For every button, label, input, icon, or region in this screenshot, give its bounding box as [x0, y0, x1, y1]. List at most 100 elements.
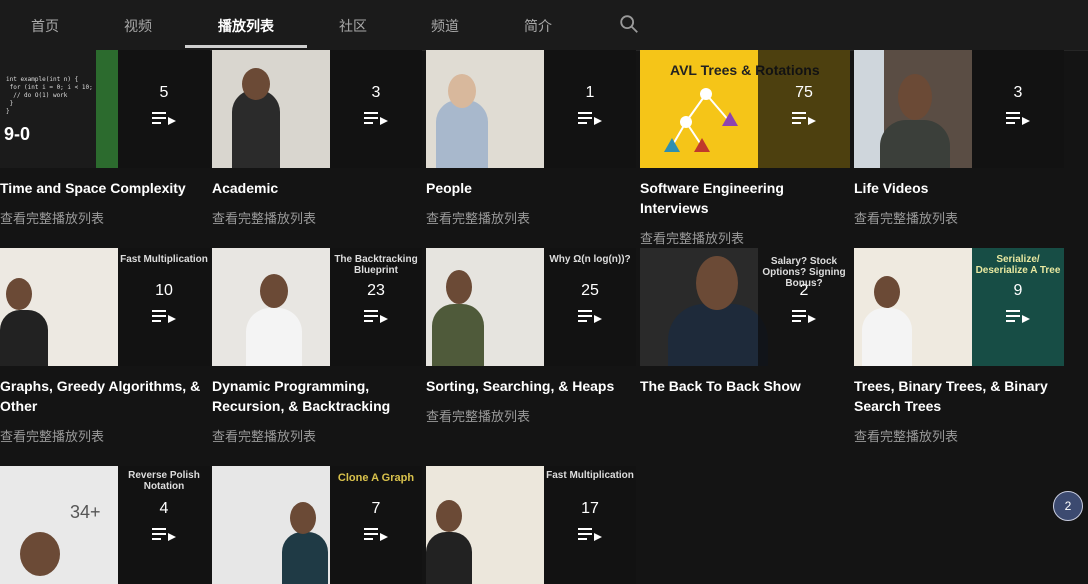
thumbnail-image [212, 50, 330, 168]
playlist-overlay: Clone A Graph 7 [330, 466, 422, 584]
playlist-overlay: Why Ω(n log(n))? 25 [544, 248, 636, 366]
video-count: 7 [371, 500, 381, 517]
playlist-icon [1006, 112, 1030, 125]
view-full-playlist-link[interactable]: 查看完整播放列表 [426, 208, 636, 227]
playlist-thumbnail[interactable]: Serialize/ Deserialize A Tree 9 [854, 248, 1064, 366]
thumbnail-image [426, 248, 544, 366]
tab-community[interactable]: 社区 [330, 0, 376, 48]
thumbnail-text: Fast Multiplication [120, 254, 208, 265]
channel-tab-bar: 首页 视频 播放列表 社区 频道 简介 [0, 0, 1088, 51]
playlist-overlay: Reverse Polish Notation 4 [118, 466, 210, 584]
playlist-overlay: The Backtracking Blueprint 23 [330, 248, 422, 366]
playlist-thumbnail[interactable]: 1 [426, 50, 636, 168]
video-count: 75 [795, 84, 813, 101]
playlist-card: Fast Multiplication 10 Graphs, Greedy Al… [0, 248, 210, 445]
thumbnail-text: Salary? Stock Options? Signing Bonus? [762, 256, 846, 289]
view-full-playlist-link[interactable]: 查看完整播放列表 [426, 406, 636, 425]
playlist-icon [792, 112, 816, 125]
playlist-title[interactable]: Trees, Binary Trees, & Binary Search Tre… [854, 376, 1064, 416]
playlist-title[interactable]: Life Videos [854, 178, 1064, 198]
playlist-thumbnail[interactable]: 3 [854, 50, 1064, 168]
video-count: 3 [371, 84, 381, 101]
playlist-overlay: 3 [972, 50, 1064, 168]
playlist-title[interactable]: People [426, 178, 636, 198]
playlist-title[interactable]: Academic [212, 178, 422, 198]
playlist-icon [792, 310, 816, 323]
playlist-title[interactable]: Software Engineering Interviews [640, 178, 850, 218]
playlist-icon [364, 528, 388, 541]
tab-channels[interactable]: 频道 [422, 0, 468, 48]
playlist-thumbnail[interactable]: Fast Multiplication 17 [426, 466, 636, 584]
playlist-thumbnail[interactable]: int example(int n) { for (int i = 0; i <… [0, 50, 210, 168]
thumbnail-text: Why Ω(n log(n))? [549, 254, 631, 265]
tab-about[interactable]: 简介 [515, 0, 561, 48]
thumbnail-text: Serialize/ Deserialize A Tree [975, 254, 1061, 276]
playlist-overlay: Fast Multiplication 10 [118, 248, 210, 366]
thumbnail-text: 9-0 [4, 124, 31, 144]
thumbnail-image [426, 50, 544, 168]
playlist-overlay: Serialize/ Deserialize A Tree 9 [972, 248, 1064, 366]
view-full-playlist-link[interactable]: 查看完整播放列表 [640, 228, 850, 247]
playlist-thumbnail[interactable]: AVL Trees & Rotations 75 [640, 50, 850, 168]
view-full-playlist-link[interactable]: 查看完整播放列表 [212, 426, 422, 445]
playlist-card: Fast Multiplication 17 [426, 466, 636, 584]
playlist-icon [1006, 310, 1030, 323]
thumbnail-image [212, 466, 330, 584]
thumbnail-text: The Backtracking Blueprint [334, 254, 418, 276]
tree-diagram [664, 88, 738, 152]
playlist-icon [578, 310, 602, 323]
view-full-playlist-link[interactable]: 查看完整播放列表 [212, 208, 422, 227]
playlist-thumbnail[interactable]: Salary? Stock Options? Signing Bonus? 2 [640, 248, 850, 366]
thumbnail-image: 34+ [0, 466, 118, 584]
playlist-icon [578, 112, 602, 125]
view-full-playlist-link[interactable]: 查看完整播放列表 [854, 208, 1064, 227]
thumbnail-image [854, 50, 972, 168]
playlist-title[interactable]: Time and Space Complexity [0, 178, 210, 198]
playlist-card: 3 Academic 查看完整播放列表 [212, 50, 422, 227]
playlist-card: int example(int n) { for (int i = 0; i <… [0, 50, 210, 227]
search-icon[interactable] [618, 13, 640, 35]
playlist-icon [364, 112, 388, 125]
playlist-overlay: Fast Multiplication 17 [544, 466, 636, 584]
thumbnail-text: 34+ [70, 502, 101, 522]
video-count: 4 [159, 500, 169, 517]
view-full-playlist-link[interactable]: 查看完整播放列表 [0, 426, 210, 445]
video-count: 25 [581, 282, 599, 299]
thumbnail-text: Fast Multiplication [546, 470, 634, 481]
playlist-card: AVL Trees & Rotations 75 Software Engine… [640, 50, 850, 247]
playlist-title[interactable]: Dynamic Programming, Recursion, & Backtr… [212, 376, 422, 416]
playlist-thumbnail[interactable]: 34+ Reverse Polish Notation 4 [0, 466, 210, 584]
playlist-overlay: Salary? Stock Options? Signing Bonus? 2 [758, 248, 850, 366]
video-count: 9 [1013, 282, 1023, 299]
playlist-title[interactable]: Graphs, Greedy Algorithms, & Other [0, 376, 210, 416]
playlist-overlay: 75 [758, 50, 850, 168]
playlist-thumbnail[interactable]: The Backtracking Blueprint 23 [212, 248, 422, 366]
playlist-title[interactable]: The Back To Back Show [640, 376, 850, 396]
video-count: 5 [159, 84, 169, 101]
playlist-title[interactable]: Sorting, Searching, & Heaps [426, 376, 636, 396]
video-count: 3 [1013, 84, 1023, 101]
playlist-thumbnail[interactable]: Fast Multiplication 10 [0, 248, 210, 366]
playlist-overlay: 5 [118, 50, 210, 168]
playlist-card: Serialize/ Deserialize A Tree 9 Trees, B… [854, 248, 1064, 445]
tab-videos[interactable]: 视频 [115, 0, 161, 48]
thumbnail-text: Reverse Polish Notation [128, 470, 200, 492]
thumbnail-image [426, 466, 544, 584]
playlist-icon [152, 310, 176, 323]
playlist-card: Why Ω(n log(n))? 25 Sorting, Searching, … [426, 248, 636, 425]
playlist-card: 3 Life Videos 查看完整播放列表 [854, 50, 1064, 227]
playlist-icon [152, 528, 176, 541]
thumbnail-image [854, 248, 972, 366]
tab-playlists[interactable]: 播放列表 [185, 0, 307, 48]
view-full-playlist-link[interactable]: 查看完整播放列表 [0, 208, 210, 227]
playlist-thumbnail[interactable]: Why Ω(n log(n))? 25 [426, 248, 636, 366]
playlist-thumbnail[interactable]: 3 [212, 50, 422, 168]
playlist-thumbnail[interactable]: Clone A Graph 7 [212, 466, 422, 584]
page-number-badge[interactable]: 2 [1053, 491, 1083, 521]
thumbnail-text: Clone A Graph [337, 472, 415, 484]
video-count: 10 [155, 282, 173, 299]
playlist-card: Clone A Graph 7 [212, 466, 422, 584]
view-full-playlist-link[interactable]: 查看完整播放列表 [854, 426, 1064, 445]
playlist-icon [578, 528, 602, 541]
tab-home[interactable]: 首页 [22, 0, 68, 48]
